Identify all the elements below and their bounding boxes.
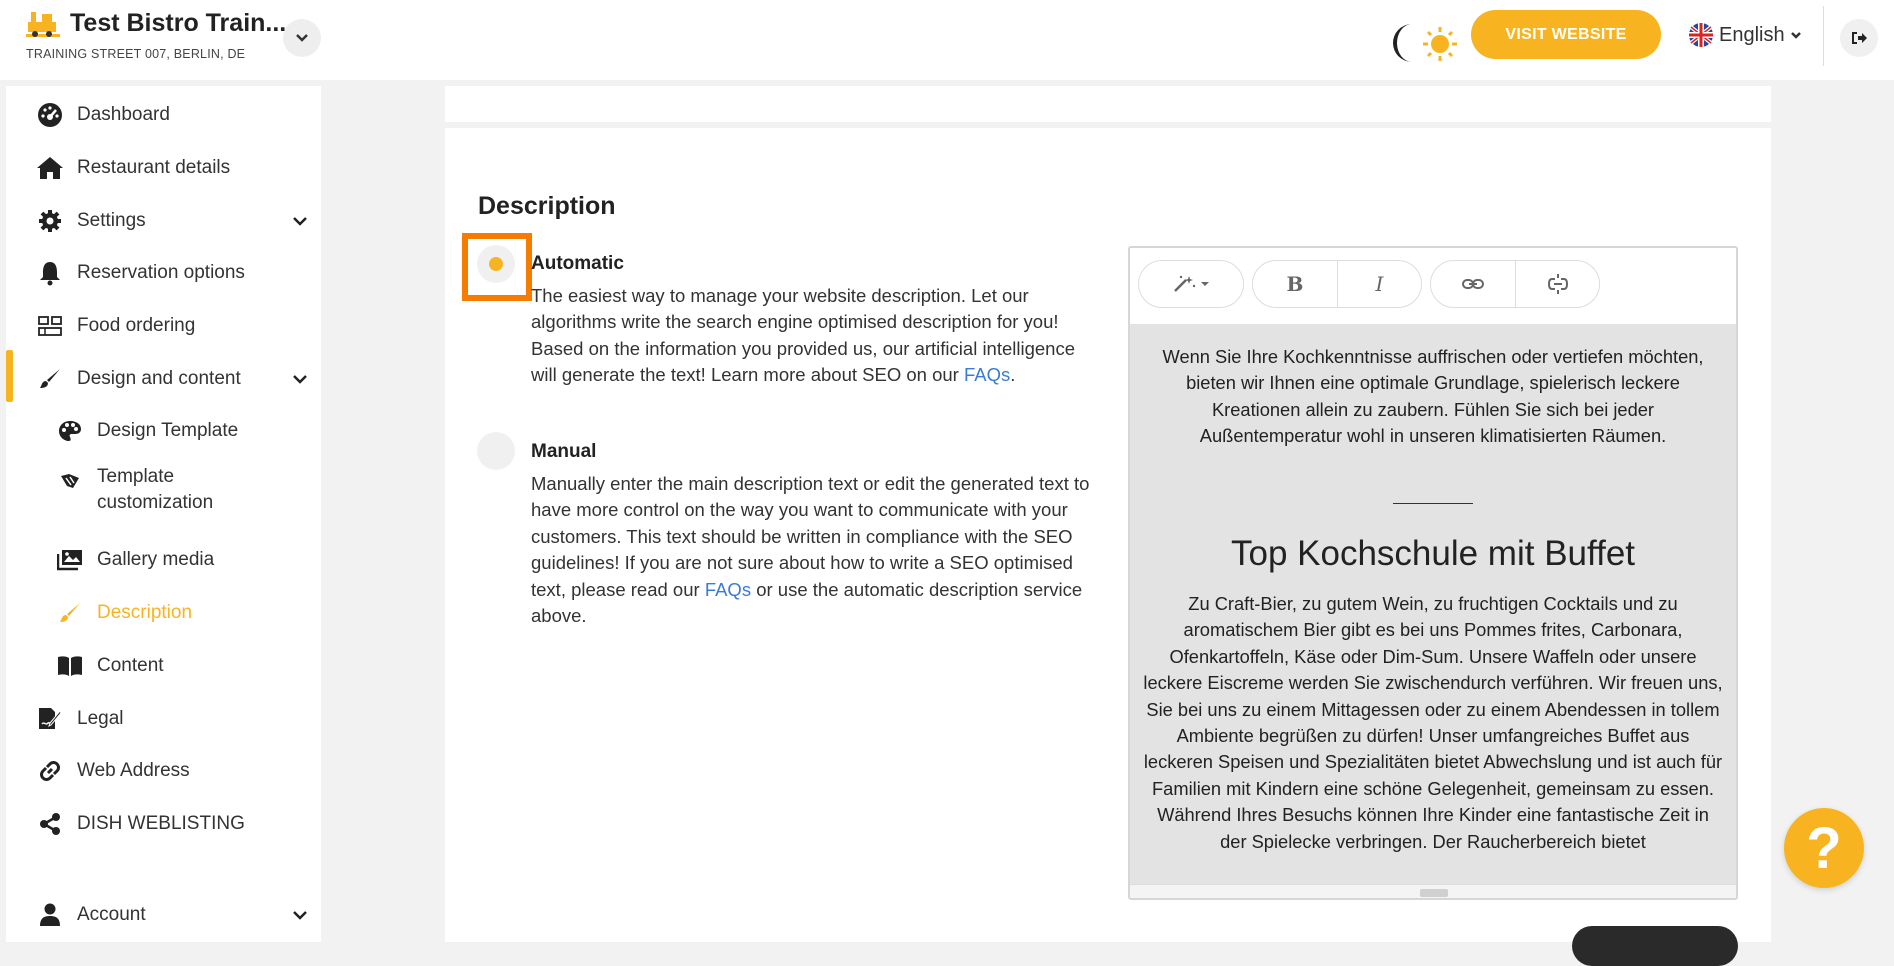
sidebar-item-legal[interactable]: Legal [6, 694, 321, 744]
theme-toggle[interactable] [1384, 20, 1458, 66]
logout-button[interactable] [1840, 19, 1878, 57]
section-title: Description [478, 192, 616, 220]
sidebar-item-label: Dashboard [77, 104, 170, 125]
sidebar-item-template-customization[interactable]: Template customization [6, 459, 321, 527]
food-ordering-icon [36, 312, 64, 340]
link-icon [36, 757, 64, 785]
language-label: English [1719, 23, 1785, 46]
unlink-icon [1547, 274, 1568, 294]
content-heading: Top Kochschule mit Buffet [1230, 534, 1636, 573]
italic-button[interactable]: I [1337, 261, 1421, 307]
sidebar-item-settings[interactable]: Settings [6, 196, 321, 246]
header-divider [1823, 6, 1824, 66]
pencil-icon [56, 599, 84, 627]
sidebar-item-label: Design and content [77, 368, 241, 389]
help-button[interactable]: ? [1784, 808, 1864, 888]
sidebar-item-dish-weblisting[interactable]: DISH WEBLISTING [6, 799, 321, 849]
sidebar-item-label: Web Address [77, 760, 190, 781]
sidebar-item-label-line2: customization [97, 492, 214, 513]
toolbar-group-link [1430, 260, 1600, 308]
legal-icon [36, 705, 64, 733]
sidebar-item-food-ordering[interactable]: Food ordering [6, 301, 321, 351]
sidebar-item-design-and-content[interactable]: Design and content [6, 354, 321, 404]
chevron-down-icon [296, 34, 308, 42]
manual-option-title: Manual [531, 441, 597, 462]
sidebar-item-label: Reservation options [77, 262, 245, 283]
chevron-down-icon [293, 375, 307, 384]
gallery-icon [56, 546, 84, 574]
unlink-button[interactable] [1515, 261, 1599, 307]
content-divider [1393, 503, 1473, 504]
faqs-link[interactable]: FAQs [705, 579, 751, 600]
sidebar-item-label: Content [97, 655, 164, 676]
uk-flag-icon [1689, 23, 1713, 47]
previous-card-bottom [445, 86, 1771, 122]
manual-radio[interactable] [477, 432, 515, 470]
train-logo-icon [26, 12, 60, 37]
sidebar-item-content[interactable]: Content [6, 641, 321, 691]
palette-icon [56, 417, 84, 445]
sidebar-item-description[interactable]: Description [6, 588, 321, 638]
manual-option-text: Manually enter the main description text… [531, 471, 1091, 629]
automatic-text-end: . [1010, 364, 1016, 386]
template-icon [56, 467, 84, 495]
editor-resize-bar[interactable] [1130, 884, 1736, 898]
description-editor[interactable]: B I Wenn Sie Ihre Kochkenntnisse auffris… [1128, 246, 1738, 900]
home-icon [36, 154, 64, 182]
editor-content[interactable]: Wenn Sie Ihre Kochkenntnisse auffrischen… [1130, 324, 1736, 884]
sidebar-item-label: Description [97, 602, 193, 623]
faqs-link[interactable]: FAQs [964, 364, 1010, 385]
link-icon [1462, 279, 1484, 289]
visit-website-button[interactable]: VISIT WEBSITE [1471, 10, 1661, 59]
sidebar-item-web-address[interactable]: Web Address [6, 746, 321, 796]
logout-icon [1852, 32, 1867, 44]
sidebar-item-label: Restaurant details [77, 157, 231, 178]
restaurant-address: TRAINING STREET 007, BERLIN, DE [26, 47, 246, 61]
body-paragraph: Zu Craft-Bier, zu gutem Wein, zu fruchti… [1143, 593, 1723, 852]
dashboard-icon [36, 101, 64, 129]
brush-icon [36, 365, 64, 393]
chevron-down-icon [293, 217, 307, 226]
active-section-indicator [6, 350, 13, 402]
bold-button[interactable]: B [1253, 261, 1337, 307]
sidebar-item-label: Gallery media [97, 549, 215, 570]
sidebar-item-label: Template [97, 466, 175, 487]
automatic-option-text: The easiest way to manage your website d… [531, 283, 1091, 389]
language-selector[interactable]: English [1688, 21, 1802, 49]
bell-icon [36, 259, 64, 287]
editor-toolbar: B I [1130, 248, 1736, 324]
sidebar-item-label: DISH WEBLISTING [77, 813, 245, 834]
automatic-option-title: Automatic [531, 253, 624, 274]
save-button[interactable] [1572, 926, 1738, 966]
focus-highlight [462, 233, 532, 301]
sidebar-item-label: Settings [77, 210, 146, 231]
restaurant-name: Test Bistro Train... [70, 9, 287, 37]
sidebar-item-reservation-options[interactable]: Reservation options [6, 248, 321, 298]
chevron-down-icon [293, 911, 307, 920]
gear-icon [36, 207, 64, 235]
magic-wand-icon [1174, 275, 1209, 292]
share-icon [36, 810, 64, 838]
sidebar-item-label: Legal [77, 708, 124, 729]
sidebar-item-label: Design Template [97, 420, 239, 441]
sidebar-item-design-template[interactable]: Design Template [6, 406, 321, 456]
book-icon [56, 652, 84, 680]
chevron-down-icon [1790, 32, 1801, 39]
sidebar-item-dashboard[interactable]: Dashboard [6, 90, 321, 140]
resize-grip-icon [1420, 889, 1448, 897]
sidebar-item-account[interactable]: Account [6, 890, 321, 940]
intro-paragraph: Wenn Sie Ihre Kochkenntnisse auffrischen… [1162, 346, 1704, 447]
magic-wand-button[interactable] [1139, 261, 1243, 307]
sidebar-item-restaurant-details[interactable]: Restaurant details [6, 143, 321, 193]
sidebar-item-gallery-media[interactable]: Gallery media [6, 535, 321, 585]
sidebar-item-label: Food ordering [77, 315, 196, 336]
top-bar: Test Bistro Train... TRAINING STREET 007… [0, 0, 1894, 80]
sidebar: Dashboard Restaurant details Settings Re… [6, 86, 321, 942]
toolbar-group-magic [1138, 260, 1244, 308]
link-button[interactable] [1431, 261, 1515, 307]
user-icon [36, 901, 64, 929]
restaurant-switch-button[interactable] [283, 19, 321, 57]
toolbar-group-format: B I [1252, 260, 1422, 308]
sidebar-item-label: Account [77, 904, 146, 925]
